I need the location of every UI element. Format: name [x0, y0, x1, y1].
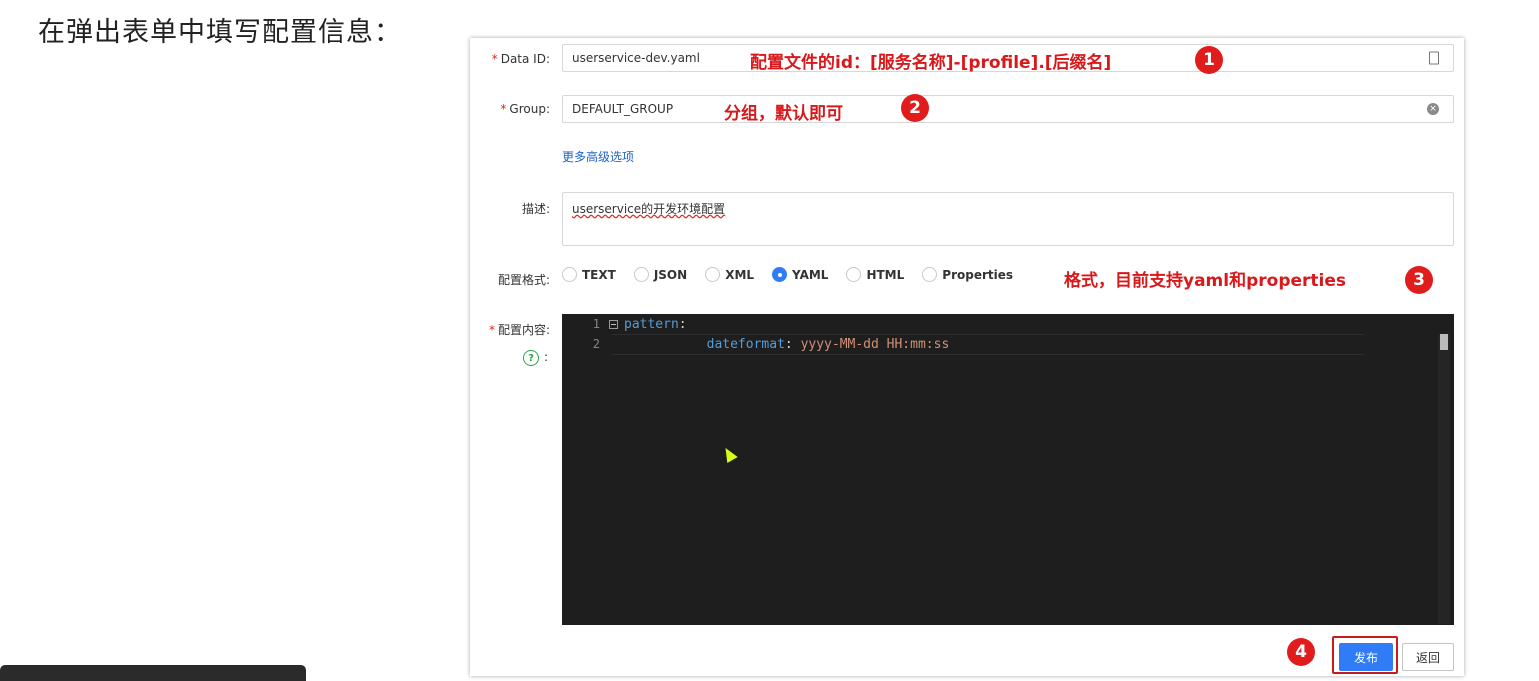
yaml-value: yyyy-MM-dd HH:mm:ss — [800, 336, 950, 352]
annotation-format: 格式，目前支持yaml和properties — [1064, 271, 1347, 291]
radio-json[interactable]: JSON — [633, 267, 687, 282]
editor-scrollbar[interactable] — [1438, 334, 1450, 624]
editor-line: 2 dateformat: yyyy-MM-dd HH:mm:ss — [562, 334, 1362, 354]
publish-button[interactable]: 发布 — [1339, 643, 1393, 671]
data-id-value: userservice-dev.yaml — [572, 51, 700, 65]
radio-circle — [633, 267, 649, 282]
format-label: 配置格式: — [497, 273, 550, 287]
radio-circle — [705, 267, 721, 282]
clear-icon[interactable]: × — [1427, 103, 1439, 115]
line-number: 2 — [592, 337, 600, 351]
help-colon: : — [544, 350, 549, 364]
group-label: * Group: — [500, 102, 550, 116]
badge-1: 1 — [1195, 46, 1223, 74]
back-button[interactable]: 返回 — [1402, 643, 1454, 671]
required-mark: * — [500, 102, 507, 116]
radio-circle — [922, 267, 938, 282]
format-radio-group: TEXT JSON XML YAML HTML Properties — [562, 267, 1031, 282]
badge-2: 2 — [901, 94, 929, 122]
radio-circle — [562, 267, 577, 282]
required-mark: * — [488, 323, 495, 337]
radio-circle — [846, 267, 862, 282]
radio-xml[interactable]: XML — [705, 267, 754, 282]
radio-circle-checked — [772, 267, 788, 282]
id-card-icon[interactable] — [1429, 51, 1439, 65]
yaml-key: dateformat — [706, 336, 785, 352]
description-label: 描述: — [521, 202, 550, 216]
content-label: * 配置内容: — [488, 323, 550, 337]
radio-properties[interactable]: Properties — [922, 267, 1013, 282]
radio-html[interactable]: HTML — [846, 267, 904, 282]
annotation-group: 分组，默认即可 — [724, 104, 843, 124]
scrollbar-thumb[interactable] — [1440, 334, 1448, 350]
advanced-options-link[interactable]: 更多高级选项 — [562, 148, 634, 165]
page-heading: 在弹出表单中填写配置信息： — [38, 17, 402, 48]
description-value: userservice的开发环境配置 — [572, 202, 726, 216]
required-mark: * — [491, 52, 498, 66]
badge-3: 3 — [1405, 266, 1433, 294]
group-input[interactable]: DEFAULT_GROUP × — [562, 95, 1454, 123]
mouse-cursor-icon — [720, 444, 738, 464]
data-id-label: * Data ID: — [491, 52, 550, 66]
badge-4: 4 — [1287, 638, 1315, 666]
fold-minus-icon[interactable] — [609, 319, 618, 329]
annotation-data-id: 配置文件的id：[服务名称]-[profile].[后缀名] — [750, 53, 1112, 73]
radio-text[interactable]: TEXT — [562, 267, 616, 282]
config-form-panel: * Data ID: userservice-dev.yaml 配置文件的id：[… — [470, 38, 1464, 676]
code-editor[interactable]: 1 pattern: 2 dateformat: yyyy-MM-dd HH:m… — [562, 314, 1454, 625]
group-value: DEFAULT_GROUP — [572, 102, 674, 116]
taskbar-fragment — [0, 665, 306, 681]
description-textarea[interactable]: userservice的开发环境配置 — [562, 192, 1454, 246]
help-icon[interactable]: ? — [523, 350, 539, 366]
line-number: 1 — [592, 317, 600, 331]
radio-yaml[interactable]: YAML — [772, 267, 828, 282]
